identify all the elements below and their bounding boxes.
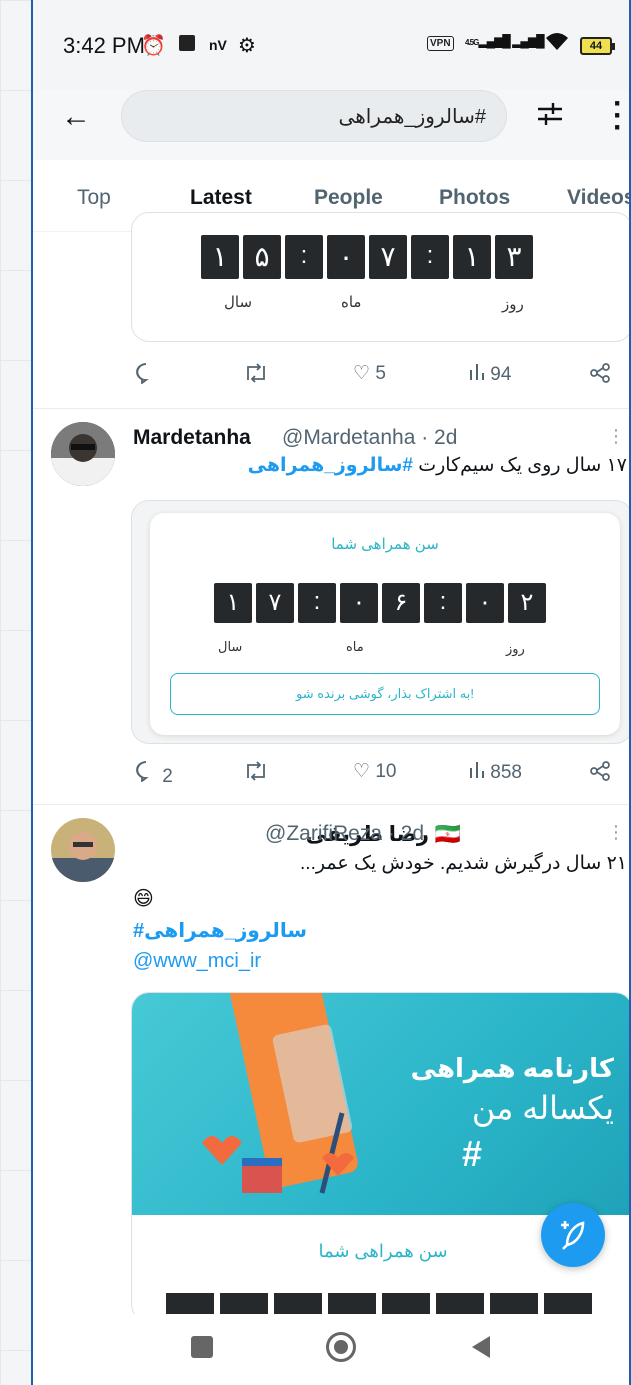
tweet2-hashtag[interactable]: #سالروز_همراهی: [248, 455, 413, 476]
tweet2-handle[interactable]: @Mardetanha · 2d: [282, 426, 457, 450]
counter-separator: :: [285, 235, 323, 279]
counter-separator: :: [298, 583, 336, 623]
like-count: 10: [375, 761, 397, 782]
counter-separator: :: [424, 583, 462, 623]
battery-icon: 44: [580, 37, 615, 55]
back-triangle-icon[interactable]: [470, 1334, 492, 1360]
reply-count: 2: [162, 766, 173, 787]
share-icon[interactable]: [589, 760, 611, 788]
tweet3-mention[interactable]: @www_mci_ir: [133, 950, 261, 973]
android-nav-bar: [33, 1314, 629, 1385]
counter-digit: ۰: [466, 583, 504, 623]
counter-separator: :: [411, 235, 449, 279]
phone-illustration-icon: [202, 993, 358, 1194]
divider: [33, 804, 629, 805]
hashtag-icon: #: [462, 1133, 483, 1174]
tweet2-actions: 2 ♡ 10 858: [33, 760, 629, 800]
tweet2-age-counter: ۱ ۷ : ۰ ۶ : ۰ ۲: [214, 583, 546, 623]
network-type: 4.5G: [465, 38, 479, 47]
search-input[interactable]: #سالروز_همراهی: [121, 90, 507, 142]
view-count: 858: [490, 762, 522, 783]
tab-latest[interactable]: Latest: [190, 186, 252, 210]
counter-digit: ۱: [453, 235, 491, 279]
tweet3-handle[interactable]: @ZarifiReza · 2d: [265, 822, 424, 846]
counter-digit: ۶: [382, 583, 420, 623]
counter-digit: ۳: [495, 235, 533, 279]
alarm-icon: ⏰: [141, 35, 166, 57]
search-query: #سالروز_همراهی: [338, 106, 486, 128]
view-count: 94: [490, 364, 512, 385]
tab-top[interactable]: Top: [77, 186, 111, 210]
reply-icon[interactable]: [135, 362, 157, 390]
reply-button[interactable]: 2: [135, 760, 173, 788]
unit-day: روز: [506, 641, 525, 656]
tab-videos[interactable]: Videos: [567, 186, 629, 210]
like-button[interactable]: ♡ 10: [353, 760, 396, 783]
tab-photos[interactable]: Photos: [439, 186, 510, 210]
counter-digit: ۰: [327, 235, 365, 279]
filter-icon[interactable]: [536, 100, 564, 128]
unit-year: سال: [224, 294, 253, 311]
phone-screen: 3:42 PM ⏰ nV ⚙ VPN 4.5G▂▄▆█ ▂▄▆█ 44 ← #س…: [31, 0, 631, 1385]
more-icon[interactable]: ⋮: [607, 426, 625, 447]
divider: [33, 408, 629, 409]
compose-tweet-button[interactable]: [541, 1203, 605, 1267]
banner-subtitle: یکساله من: [471, 1090, 614, 1126]
counter-digit: ۷: [369, 235, 407, 279]
banner-title: کارنامه همراهی: [410, 1053, 614, 1083]
avatar[interactable]: [51, 422, 115, 486]
recents-icon[interactable]: [191, 1336, 213, 1358]
views-button[interactable]: 94: [469, 362, 511, 386]
tweet2-body: ۱۷ سال روی یک سیم‌کارت: [418, 455, 627, 476]
more-icon[interactable]: ⋮: [607, 822, 625, 843]
card-title: سن همراهی شما: [331, 536, 439, 553]
avatar[interactable]: [51, 818, 115, 882]
age-widget: سن همراهی شما ۱ ۷ : ۰ ۶ : ۰ ۲ سال ماه رو…: [150, 513, 620, 735]
share-icon[interactable]: [589, 362, 611, 390]
tweet1-age-counter: ۱ ۵ : ۰ ۷ : ۱ ۳: [201, 235, 533, 279]
share-win-button[interactable]: به اشتراک بذار، گوشی برنده شو!: [170, 673, 600, 715]
unit-month: ماه: [341, 294, 362, 311]
settings-icon: ⚙: [238, 35, 256, 57]
unit-year: سال: [218, 639, 243, 654]
home-icon[interactable]: [326, 1332, 356, 1362]
counter-digit: ۵: [243, 235, 281, 279]
tweet2-card[interactable]: سن همراهی شما ۱ ۷ : ۰ ۶ : ۰ ۲ سال ماه رو…: [131, 500, 629, 744]
search-header: ← #سالروز_همراهی · · ·: [33, 89, 629, 160]
tweet3-emoji: 😄: [133, 888, 154, 910]
tab-people[interactable]: People: [314, 186, 383, 210]
tweet3-media-card[interactable]: کارنامه همراهی یکساله من # سن همراهی شما: [131, 992, 629, 1322]
counter-digit: ۲: [508, 583, 546, 623]
counter-digit: ۷: [256, 583, 294, 623]
tweet1-actions: ♡ 5 94: [33, 362, 629, 402]
counter-digit: ۱: [214, 583, 252, 623]
tweet3-hashtag[interactable]: سالروز_همراهی#: [133, 918, 307, 943]
nv-icon: nV: [209, 37, 227, 53]
wifi-icon: [544, 30, 570, 58]
status-time: 3:42 PM: [63, 33, 145, 58]
retweet-icon[interactable]: [243, 362, 269, 390]
vpn-icon: VPN: [427, 36, 454, 51]
image-icon: [179, 35, 195, 51]
views-button[interactable]: 858: [469, 760, 522, 784]
unit-month: ماه: [346, 639, 364, 654]
iran-flag-icon: 🇮🇷: [434, 823, 461, 846]
tweet2-author-name[interactable]: Mardetanha: [133, 426, 251, 450]
tweet2-text: ۱۷ سال روی یک سیم‌کارت #سالروز_همراهی: [248, 454, 627, 477]
like-button[interactable]: ♡ 5: [353, 362, 386, 385]
status-bar: 3:42 PM ⏰ nV ⚙ VPN 4.5G▂▄▆█ ▂▄▆█ 44: [33, 0, 629, 90]
counter-digit: ۱: [201, 235, 239, 279]
tweet1-card[interactable]: ۱ ۵ : ۰ ۷ : ۱ ۳ سال ماه روز: [131, 212, 629, 342]
tweet3-text: ۲۱ سال درگیرش شدیم. خودش یک عمر...: [300, 853, 627, 874]
like-count: 5: [375, 363, 386, 384]
feather-plus-icon: [561, 1221, 585, 1250]
signal-icon: 4.5G▂▄▆█ ▂▄▆█: [465, 34, 545, 48]
unit-day: روز: [502, 296, 524, 313]
retweet-icon[interactable]: [243, 760, 269, 788]
campaign-banner: کارنامه همراهی یکساله من #: [132, 993, 629, 1215]
counter-digit: ۰: [340, 583, 378, 623]
back-arrow-icon[interactable]: ←: [61, 100, 91, 134]
more-options-icon[interactable]: · · ·: [613, 89, 623, 143]
